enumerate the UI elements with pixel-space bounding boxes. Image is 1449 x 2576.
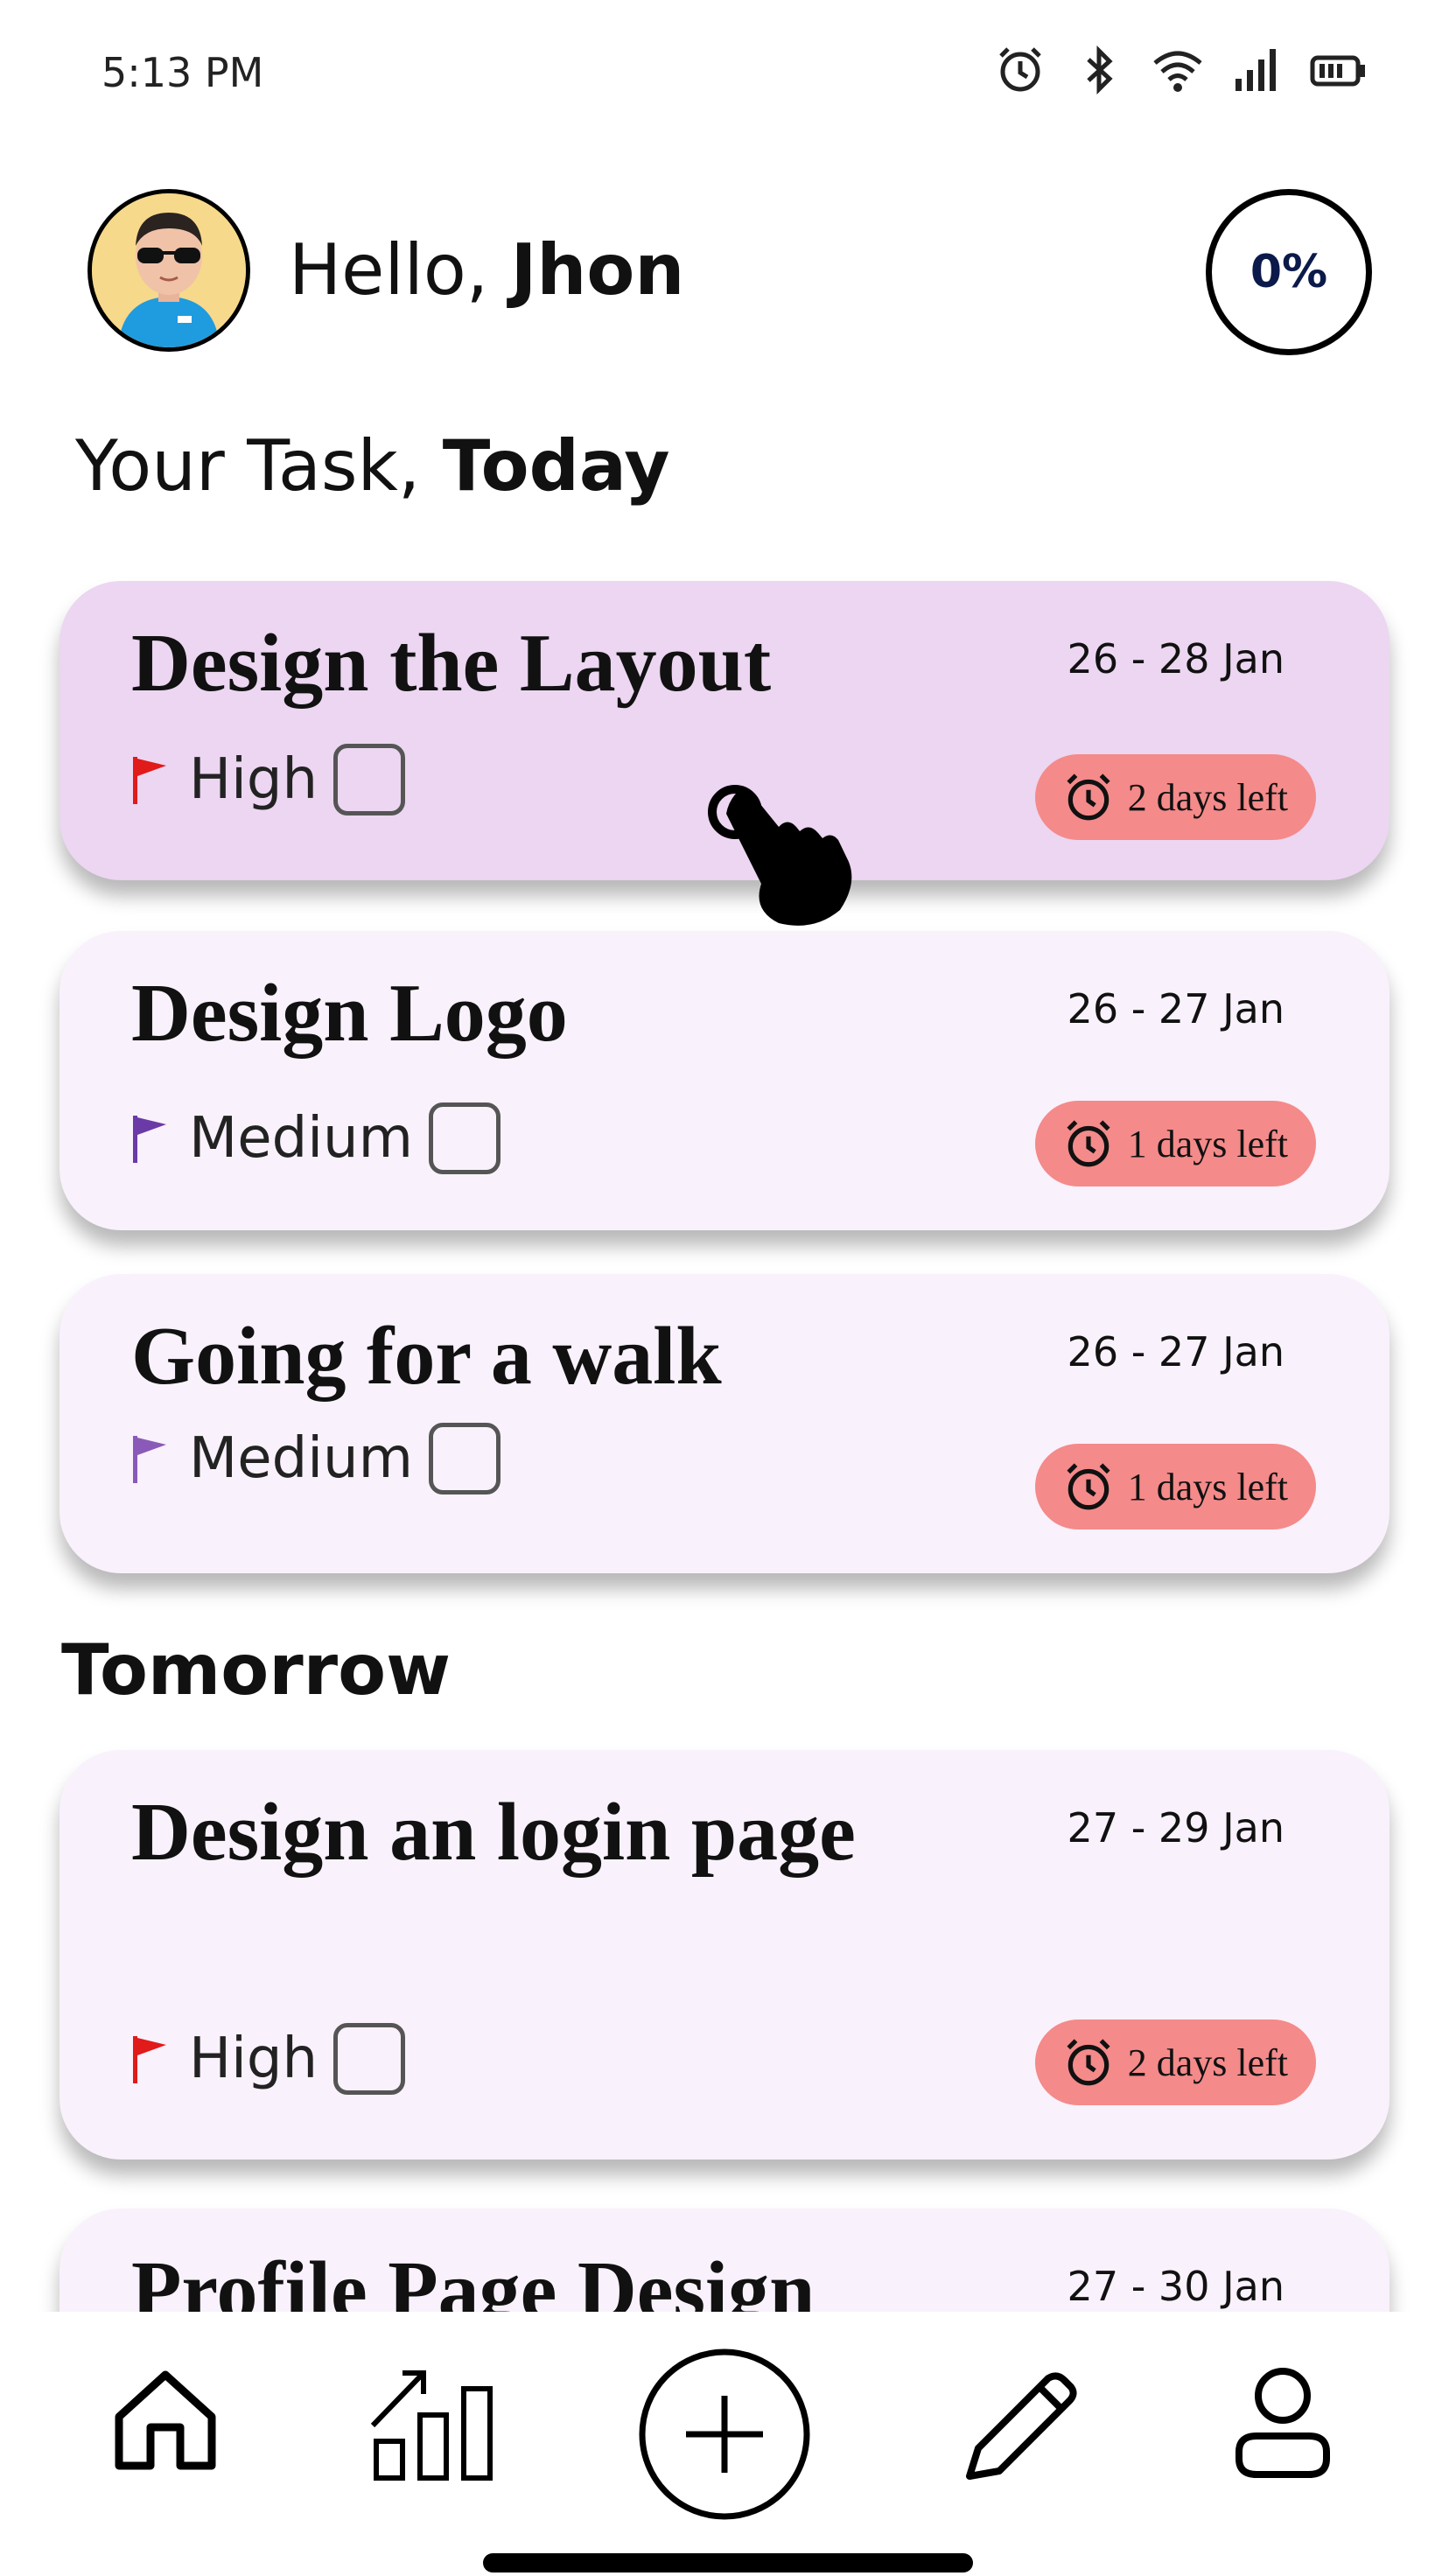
status-icons [994, 44, 1365, 96]
deadline-badge: 2 days left [1034, 2020, 1316, 2105]
task-card[interactable]: Design Logo 26 - 27 Jan Medium 1 days le… [60, 931, 1390, 1230]
deadline-badge: 2 days left [1034, 754, 1316, 840]
task-title: Design an login page [131, 1787, 856, 1878]
greeting-text: Hello, [289, 229, 489, 311]
task-checkbox[interactable] [333, 2023, 406, 2095]
hand-pointer-icon [700, 779, 866, 936]
section-label: Today [442, 425, 670, 507]
flag-icon [133, 2036, 166, 2083]
task-priority: High [130, 744, 406, 816]
status-bar: 5:13 PM [0, 0, 1449, 149]
deadline-text: 1 days left [1127, 1122, 1288, 1166]
priority-label: High [189, 2026, 318, 2091]
task-card[interactable]: Design an login page 27 - 29 Jan High 2 … [60, 1750, 1390, 2160]
deadline-badge: 1 days left [1034, 1101, 1316, 1186]
task-title: Going for a walk [131, 1311, 722, 1402]
deadline-badge: 1 days left [1034, 1444, 1316, 1530]
flag-icon [133, 1436, 166, 1483]
home-icon [115, 2370, 216, 2470]
nav-stats[interactable] [368, 2364, 499, 2490]
task-priority: High [130, 2023, 406, 2095]
task-checkbox[interactable] [428, 1423, 500, 1494]
task-card[interactable]: Going for a walk 26 - 27 Jan Medium 1 da… [60, 1274, 1390, 1573]
deadline-text: 2 days left [1127, 2040, 1288, 2084]
wifi-icon [1152, 44, 1204, 96]
task-priority: Medium [130, 1423, 500, 1494]
profile-icon [1236, 2368, 1330, 2478]
nav-home[interactable] [108, 2364, 222, 2482]
nav-add[interactable] [637, 2347, 812, 2525]
bottom-nav [0, 2312, 1449, 2576]
gesture-home-bar[interactable] [483, 2553, 973, 2572]
deadline-text: 2 days left [1127, 775, 1288, 819]
bluetooth-icon [1073, 44, 1125, 96]
priority-label: Medium [189, 1106, 413, 1171]
alarm-icon [1067, 1120, 1110, 1167]
alarm-icon [1067, 1463, 1110, 1510]
flag-icon [133, 757, 166, 804]
task-priority: Medium [130, 1102, 500, 1174]
nav-edit[interactable] [952, 2364, 1083, 2499]
task-date: 26 - 27 Jan [1067, 985, 1284, 1032]
task-title: Design Logo [131, 968, 568, 1059]
task-checkbox[interactable] [428, 1102, 500, 1174]
signal-icon [1230, 44, 1283, 96]
task-title: Design the Layout [131, 618, 772, 709]
alarm-icon [994, 44, 1046, 96]
user-name: Jhon [510, 229, 685, 311]
priority-label: High [189, 747, 318, 812]
section-heading-tomorrow: Tomorrow [61, 1629, 451, 1711]
task-date: 27 - 29 Jan [1067, 1804, 1284, 1852]
task-date: 26 - 28 Jan [1067, 635, 1284, 682]
task-date: 27 - 30 Jan [1067, 2263, 1284, 2310]
progress-circle[interactable]: 0% [1206, 189, 1372, 355]
priority-label: Medium [189, 1426, 413, 1491]
add-icon [639, 2348, 810, 2520]
task-date: 26 - 27 Jan [1067, 1328, 1284, 1376]
deadline-text: 1 days left [1127, 1465, 1288, 1508]
alarm-icon [1067, 2039, 1110, 2086]
greeting: Hello, Jhon [289, 229, 684, 311]
stats-icon [370, 2370, 493, 2481]
alarm-icon [1067, 774, 1110, 821]
edit-icon [966, 2372, 1077, 2480]
section-prefix: Your Task, [75, 425, 421, 507]
section-heading-today: Your Task, Today [75, 425, 670, 507]
flag-icon [133, 1116, 166, 1163]
battery-icon [1309, 44, 1365, 96]
nav-profile[interactable] [1230, 2364, 1335, 2490]
task-checkbox[interactable] [333, 744, 406, 816]
status-time: 5:13 PM [102, 49, 264, 96]
avatar[interactable] [88, 189, 250, 352]
